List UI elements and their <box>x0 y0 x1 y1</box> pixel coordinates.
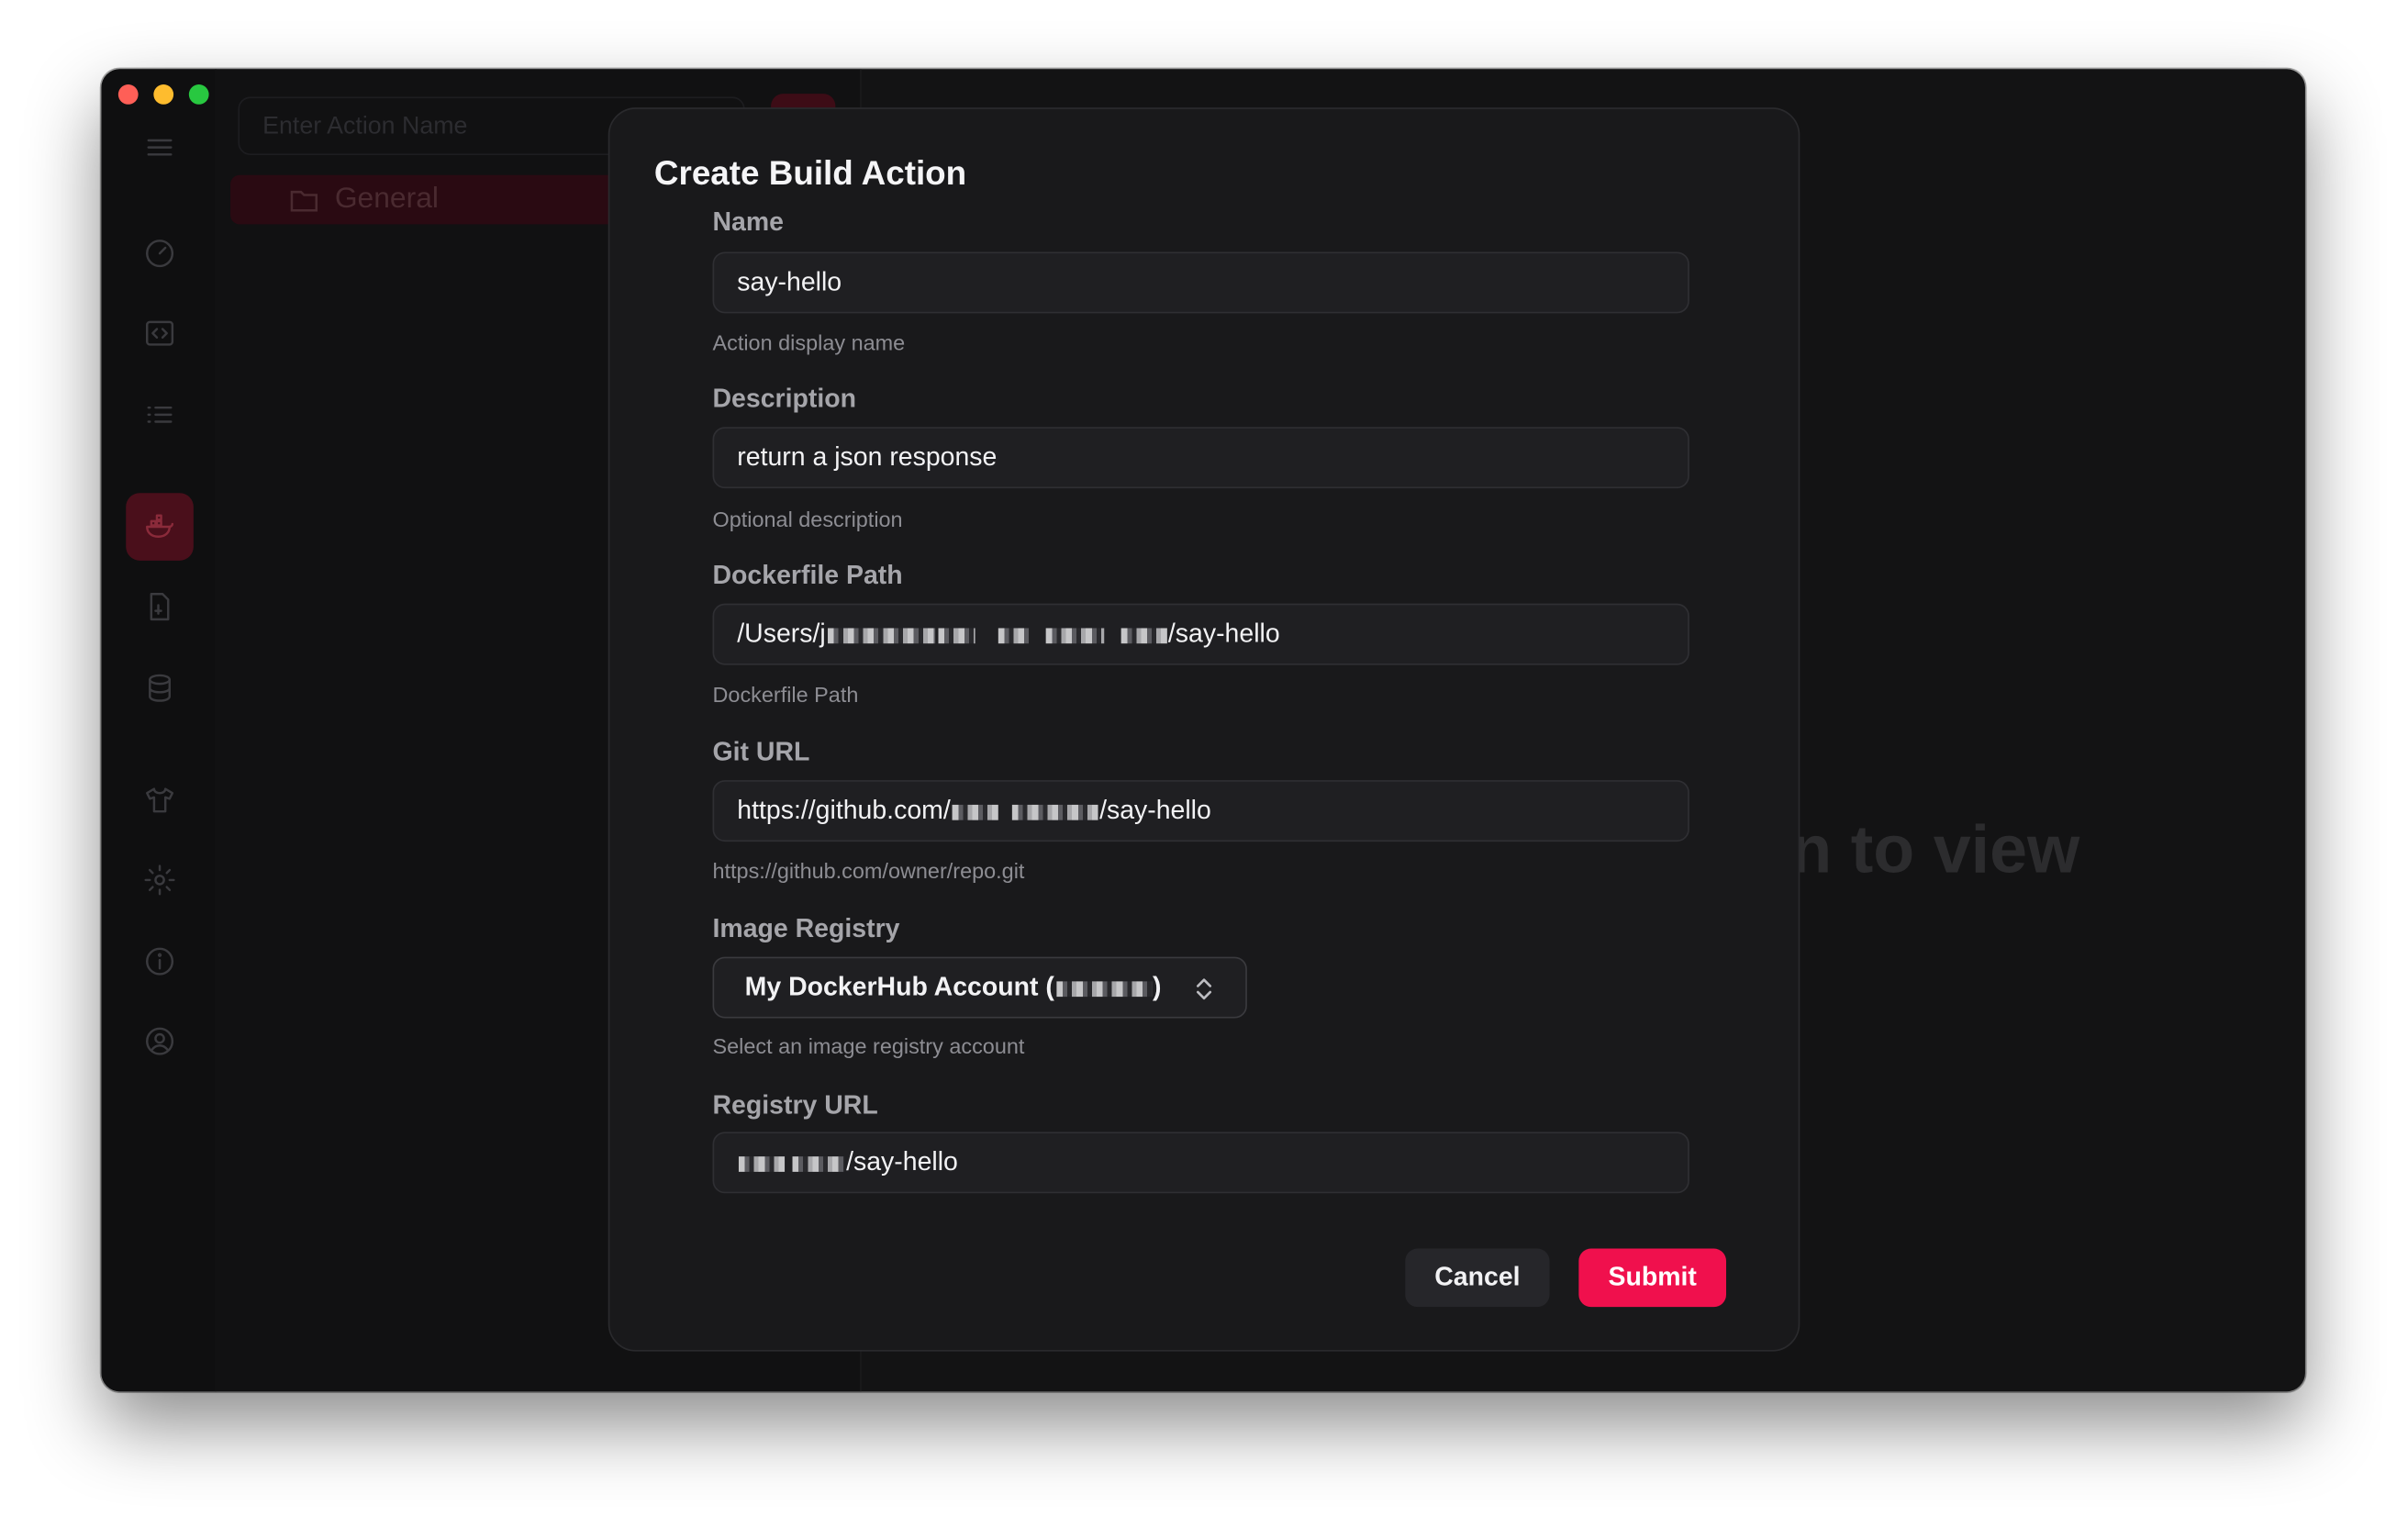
redacted-text <box>1045 627 1104 643</box>
redacted-text <box>792 1155 845 1172</box>
sidebar <box>101 69 217 1392</box>
user-icon[interactable] <box>132 1014 187 1069</box>
close-window-button[interactable] <box>117 84 139 105</box>
description-label: Description <box>712 384 857 414</box>
dockerfile-path-suffix: /say-hello <box>1167 619 1280 649</box>
folder-label: General <box>334 183 439 216</box>
dockerfile-path-prefix: /Users/j <box>737 619 826 649</box>
info-icon[interactable] <box>132 933 187 988</box>
git-url-help: https://github.com/owner/repo.git <box>712 858 1025 884</box>
image-registry-suffix: ) <box>1152 972 1162 1002</box>
list-icon[interactable] <box>132 387 187 442</box>
git-url-field[interactable]: https://github.com/ /say-hello <box>712 780 1689 842</box>
database-icon[interactable] <box>132 661 187 716</box>
chevron-up-down-icon <box>1196 978 1212 1000</box>
create-build-action-dialog: Create Build Action Name say-hello Actio… <box>608 107 1800 1352</box>
image-registry-help: Select an image registry account <box>712 1033 1025 1059</box>
name-help: Action display name <box>712 329 906 355</box>
zoom-window-button[interactable] <box>188 84 209 105</box>
redacted-text <box>1011 804 1098 820</box>
git-url-suffix: /say-hello <box>1099 795 1211 825</box>
git-url-prefix: https://github.com/ <box>737 795 951 825</box>
gear-icon[interactable] <box>132 853 187 908</box>
image-registry-prefix: My DockerHub Account ( <box>744 972 1054 1002</box>
redacted-text <box>998 627 1029 643</box>
image-registry-select[interactable]: My DockerHub Account () <box>712 956 1247 1019</box>
description-field[interactable]: return a json response <box>712 427 1689 489</box>
screen: Enter Action Name General n to view Crea… <box>0 0 2408 1528</box>
redacted-text <box>937 627 975 643</box>
empty-state-hint: n to view <box>1790 812 2080 888</box>
redacted-text <box>738 1155 786 1172</box>
name-field[interactable]: say-hello <box>712 251 1689 314</box>
minimize-window-button[interactable] <box>153 84 174 105</box>
redacted-text <box>1055 980 1152 997</box>
menu-icon[interactable] <box>132 120 187 175</box>
dockerfile-path-label: Dockerfile Path <box>712 560 903 590</box>
registry-url-field[interactable]: /say-hello <box>712 1132 1689 1194</box>
name-label: Name <box>712 206 785 237</box>
dockerfile-path-field[interactable]: /Users/j/say-hello <box>712 603 1689 665</box>
docker-icon[interactable] <box>126 493 194 561</box>
code-icon[interactable] <box>132 306 187 361</box>
submit-button[interactable]: Submit <box>1578 1248 1727 1308</box>
redacted-text <box>827 627 935 643</box>
window-controls <box>117 84 209 105</box>
dashboard-icon[interactable] <box>132 226 187 281</box>
shirt-icon[interactable] <box>132 773 187 828</box>
registry-url-label: Registry URL <box>712 1090 878 1120</box>
description-help: Optional description <box>712 507 903 532</box>
file-icon[interactable] <box>132 579 187 634</box>
registry-url-suffix: /say-hello <box>846 1147 958 1177</box>
git-url-label: Git URL <box>712 737 810 767</box>
cancel-button[interactable]: Cancel <box>1405 1248 1550 1308</box>
dockerfile-path-help: Dockerfile Path <box>712 682 859 707</box>
dialog-title: Create Build Action <box>653 153 967 193</box>
redacted-text <box>1120 627 1167 643</box>
folder-icon <box>290 190 318 212</box>
redacted-text <box>952 804 998 820</box>
image-registry-label: Image Registry <box>712 913 900 943</box>
